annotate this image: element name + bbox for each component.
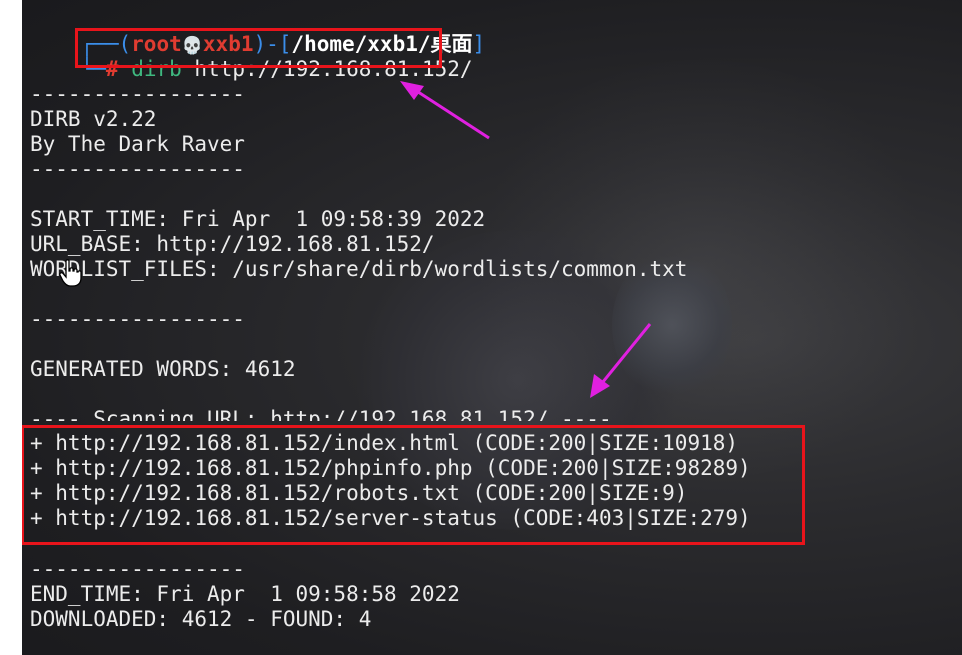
separator: ----------------- [30,557,245,581]
annotation-arrow-icon [400,81,490,140]
prompt-line: ┌──(root💀xxb1)-[/home/xxb1/桌面] [30,7,486,56]
dirb-version: DIRB v2.22 [30,107,157,131]
command-argument: http://192.168.81.152/ [194,57,473,81]
start-time: START_TIME: Fri Apr 1 09:58:39 2022 [30,207,486,231]
command-line: └─# dirb http://192.168.81.152/ [30,32,473,81]
result-row: + http://192.168.81.152/server-status (C… [30,506,751,530]
terminal-window[interactable]: ┌──(root💀xxb1)-[/home/xxb1/桌面] └─# dirb … [22,0,962,655]
end-time: END_TIME: Fri Apr 1 09:58:58 2022 [30,582,460,606]
annotation-arrow-icon [590,323,652,398]
prompt-frame-bottom: └─ [80,57,106,81]
result-row: + http://192.168.81.152/robots.txt (CODE… [30,481,688,505]
separator: ----------------- [30,82,245,106]
dirb-author: By The Dark Raver [30,132,245,156]
result-row: + http://192.168.81.152/phpinfo.php (COD… [30,456,751,480]
command-name: dirb [131,57,182,81]
url-base: URL_BASE: http://192.168.81.152/ [30,232,435,256]
result-row: + http://192.168.81.152/index.html (CODE… [30,431,739,455]
separator: ----------------- [30,157,245,181]
download-summary: DOWNLOADED: 4612 - FOUND: 4 [30,607,372,631]
prompt-frame-close: ] [472,32,486,56]
wordlist-files: WORDLIST_FILES: /usr/share/dirb/wordlist… [30,257,688,281]
scanning-header: ---- Scanning URL: http://192.168.81.152… [30,407,612,421]
prompt-hash: # [105,57,119,81]
left-window-edge [0,0,23,655]
generated-words: GENERATED WORDS: 4612 [30,357,296,381]
separator: ----------------- [30,307,245,331]
